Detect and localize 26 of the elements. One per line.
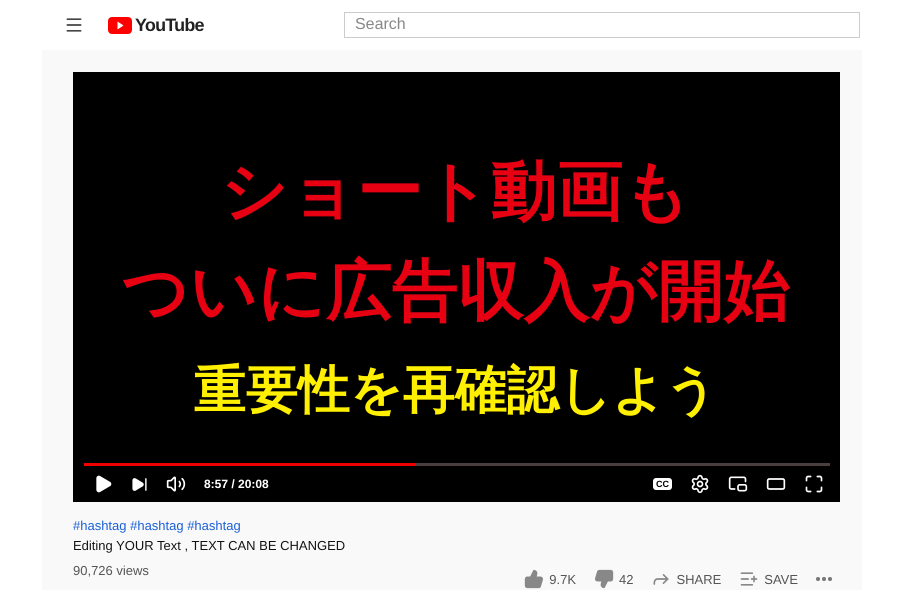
volume-icon[interactable] xyxy=(166,474,186,494)
progress-track[interactable] xyxy=(84,463,830,466)
search-field[interactable]: Search xyxy=(344,12,860,38)
miniplayer-icon[interactable] xyxy=(728,474,748,494)
play-logo-icon xyxy=(108,16,132,34)
thumbs-up-icon xyxy=(524,569,544,589)
overlay-headline: 重要性を再確認しよう xyxy=(194,360,718,421)
like-button[interactable]: 9.7K xyxy=(524,569,576,589)
video-title: Editing YOUR Text , TEXT CAN BE CHANGED xyxy=(73,538,346,553)
save-button[interactable]: SAVE xyxy=(739,569,798,589)
thumbs-down-icon xyxy=(594,569,614,589)
dislike-button[interactable]: 42 xyxy=(594,569,634,589)
logo-text: YouTube xyxy=(135,14,204,36)
share-button[interactable]: SHARE xyxy=(651,569,722,589)
time-display: 8:57 / 20:08 xyxy=(204,477,269,491)
video-player[interactable]: ショート動画も ついに広告収入が開始 重要性を再確認しよう 8:57 / 20:08 CC xyxy=(73,72,840,502)
fullscreen-icon[interactable] xyxy=(804,474,824,494)
next-icon[interactable] xyxy=(131,476,148,492)
view-count: 90,726 views xyxy=(73,563,149,578)
captions-button[interactable]: CC xyxy=(653,478,672,490)
overlay-headline: ショート動画も xyxy=(222,152,692,229)
settings-icon[interactable] xyxy=(690,474,710,494)
more-button[interactable] xyxy=(816,577,832,581)
more-icon xyxy=(816,577,832,581)
hashtags-link[interactable]: #hashtag #hashtag #hashtag xyxy=(73,518,241,533)
overlay-headline: ついに広告収入が開始 xyxy=(122,252,790,329)
